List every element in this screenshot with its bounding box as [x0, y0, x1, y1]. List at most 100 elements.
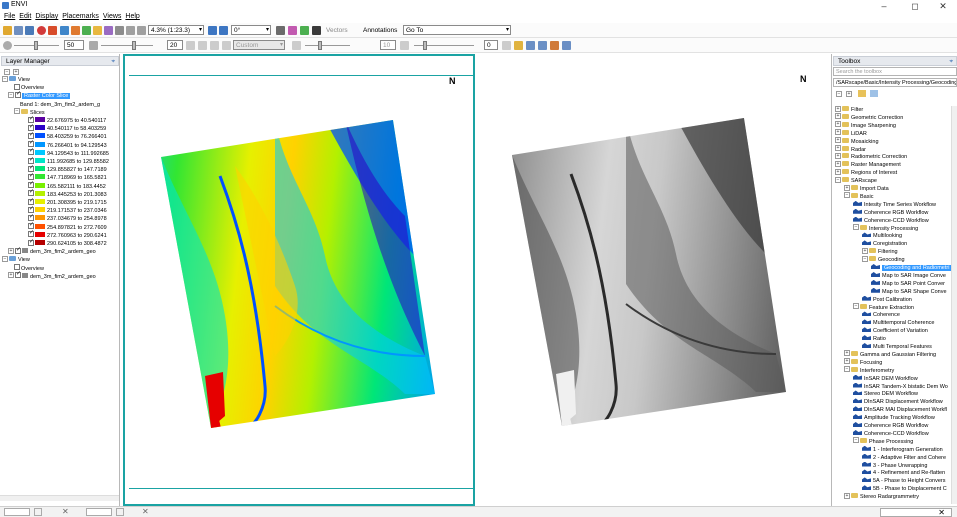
overview-label[interactable]: Overview: [21, 85, 44, 91]
contrast-value[interactable]: 20: [167, 40, 183, 50]
menu-display[interactable]: Display: [35, 12, 58, 22]
toolbox-item[interactable]: Map to SAR Point Conver: [871, 279, 945, 288]
toolbox-search-input[interactable]: Search the toolbox: [833, 67, 957, 76]
toolbox-item-label[interactable]: InSAR DEM Workflow: [864, 376, 918, 382]
slice-checkbox[interactable]: [28, 229, 34, 238]
view-label[interactable]: View: [18, 77, 30, 83]
slice-color-swatch[interactable]: [35, 199, 45, 205]
open-file-icon[interactable]: [3, 26, 12, 35]
sharpen-slider[interactable]: [305, 45, 350, 46]
slice-color-swatch[interactable]: [35, 207, 45, 213]
toolbox-item-label[interactable]: 4 - Refinement and Re-flatten: [873, 470, 945, 476]
toolbox-item-label[interactable]: Coregistration: [873, 241, 907, 247]
slice-checkbox[interactable]: [28, 172, 34, 180]
measure-icon[interactable]: [300, 26, 309, 35]
expand-icon[interactable]: +: [835, 121, 841, 128]
toolbox-item[interactable]: Coherence-CCD Workflow: [853, 429, 929, 438]
toolbox-item[interactable]: Coherence RGB Workflow: [853, 422, 928, 430]
menu-views[interactable]: Views: [103, 12, 122, 22]
overview-checkbox[interactable]: [14, 264, 20, 271]
slice-checkbox[interactable]: [28, 205, 34, 213]
transparency-value[interactable]: 0: [484, 40, 498, 50]
tree-slice-item[interactable]: 272.760963 to 290.6241: [28, 229, 107, 240]
slice-checkbox[interactable]: [28, 221, 34, 230]
sharpen-knob[interactable]: [318, 41, 322, 50]
slice-color-swatch[interactable]: [35, 223, 45, 229]
slice-color-swatch[interactable]: [35, 231, 45, 237]
toolbox-item-label[interactable]: Focusing: [860, 360, 882, 366]
data-manager-icon[interactable]: [14, 26, 23, 35]
toolbox-item-label[interactable]: Image Sharpening: [851, 123, 896, 129]
slice-color-swatch[interactable]: [35, 174, 45, 180]
toolbox-item[interactable]: + Image Sharpening: [835, 121, 896, 130]
slice-color-swatch[interactable]: [35, 240, 45, 246]
toolbox-item-label[interactable]: Gamma and Gaussian Filtering: [860, 352, 936, 358]
rotate-right-icon[interactable]: [219, 26, 228, 35]
tree-slice-item[interactable]: 237.034679 to 254.8978: [28, 213, 107, 223]
slice-color-swatch[interactable]: [35, 133, 45, 139]
dem-layer-label[interactable]: dem_3m_fim2_ardem_geo: [30, 249, 96, 255]
toolbox-item-label[interactable]: 3 - Phase Unwrapping: [873, 463, 927, 469]
transparency-knob[interactable]: [423, 41, 427, 50]
toolbox-item[interactable]: 2 - Adaptive Filter and Cohere: [862, 453, 946, 462]
chip-icon[interactable]: [526, 41, 535, 50]
toolbox-item-label[interactable]: 1 - Interferogram Generation: [873, 447, 943, 453]
collapse-icon[interactable]: −: [8, 91, 14, 98]
tree-band[interactable]: Band 1: dem_3m_fim2_ardem_g: [20, 101, 100, 109]
toolbox-item[interactable]: + Raster Management: [835, 160, 901, 169]
tree-slice-item[interactable]: 147.718969 to 165.5821: [28, 172, 107, 182]
collapse-icon[interactable]: −: [14, 108, 20, 115]
collapse-icon[interactable]: −: [853, 224, 859, 231]
toolbox-item-label[interactable]: Stereo DEM Workflow: [864, 391, 918, 397]
toolbox-item[interactable]: + Regions of Interest: [835, 168, 897, 177]
toolbox-item[interactable]: Multilooking: [862, 232, 902, 240]
contrast-slider[interactable]: [101, 45, 153, 46]
expand-icon[interactable]: +: [835, 152, 841, 159]
slice-color-swatch[interactable]: [35, 190, 45, 196]
pin-icon[interactable]: ⌖: [111, 57, 115, 66]
toolbox-item[interactable]: DInSAR Displacement Workflow: [853, 398, 943, 406]
toolbox-item[interactable]: − Basic: [844, 192, 873, 201]
expand-icon[interactable]: +: [844, 492, 850, 499]
collapse-icon[interactable]: −: [2, 75, 8, 82]
slice-checkbox[interactable]: [28, 164, 34, 172]
status-close-icon-2[interactable]: ✕: [142, 507, 149, 516]
slice-checkbox[interactable]: [28, 123, 34, 131]
toolbox-item[interactable]: 5B - Phase to Displacement C: [862, 485, 947, 493]
toolbox-item-label[interactable]: Map to SAR Point Conver: [882, 281, 945, 287]
favorites-icon[interactable]: [858, 90, 866, 97]
slice-checkbox[interactable]: [28, 156, 34, 164]
toolbox-item[interactable]: InSAR DEM Workflow: [853, 374, 918, 383]
profile-icon[interactable]: [514, 41, 523, 50]
toolbox-vertical-scrollbar[interactable]: [951, 106, 957, 504]
toolbox-item-label[interactable]: Coherence RGB Workflow: [864, 423, 928, 429]
expand-icon[interactable]: +: [835, 129, 841, 136]
crosshair-icon[interactable]: [48, 26, 57, 35]
slice-color-swatch[interactable]: [35, 158, 45, 164]
collapse-all-icon[interactable]: −: [836, 91, 842, 97]
tree-slice-item[interactable]: 129.855827 to 147.7189: [28, 164, 107, 174]
slice-color-swatch[interactable]: [35, 125, 45, 131]
menu-help[interactable]: Help: [125, 12, 139, 22]
collapse-icon[interactable]: −: [853, 303, 859, 310]
expand-icon[interactable]: +: [835, 113, 841, 120]
status-close-icon-3[interactable]: ✕: [938, 508, 945, 517]
toolbox-item[interactable]: − Interferometry: [844, 366, 894, 375]
dem-layer-checkbox[interactable]: [15, 270, 21, 279]
expand-icon[interactable]: +: [835, 160, 841, 167]
rotation-combo[interactable]: 0° ▾: [231, 25, 271, 35]
collapse-icon[interactable]: −: [862, 255, 868, 262]
brightness-knob[interactable]: [34, 41, 38, 50]
brightness-value[interactable]: 50: [64, 40, 84, 50]
slice-checkbox[interactable]: [28, 131, 34, 139]
pin-icon[interactable]: ⌖: [949, 57, 953, 66]
toolbox-item[interactable]: Map to SAR Shape Conve: [871, 287, 947, 296]
contrast-knob[interactable]: [132, 41, 136, 50]
refresh-icon[interactable]: [870, 90, 878, 97]
toolbox-item[interactable]: Multitemporal Coherence: [862, 319, 934, 327]
tree-slice-item[interactable]: 165.582111 to 183.4452: [28, 180, 106, 191]
view-label[interactable]: View: [18, 257, 30, 263]
toolbox-item-label[interactable]: Regions of Interest: [851, 170, 897, 176]
layer-horizontal-scrollbar[interactable]: [0, 495, 119, 501]
expand-icon[interactable]: +: [835, 168, 841, 175]
